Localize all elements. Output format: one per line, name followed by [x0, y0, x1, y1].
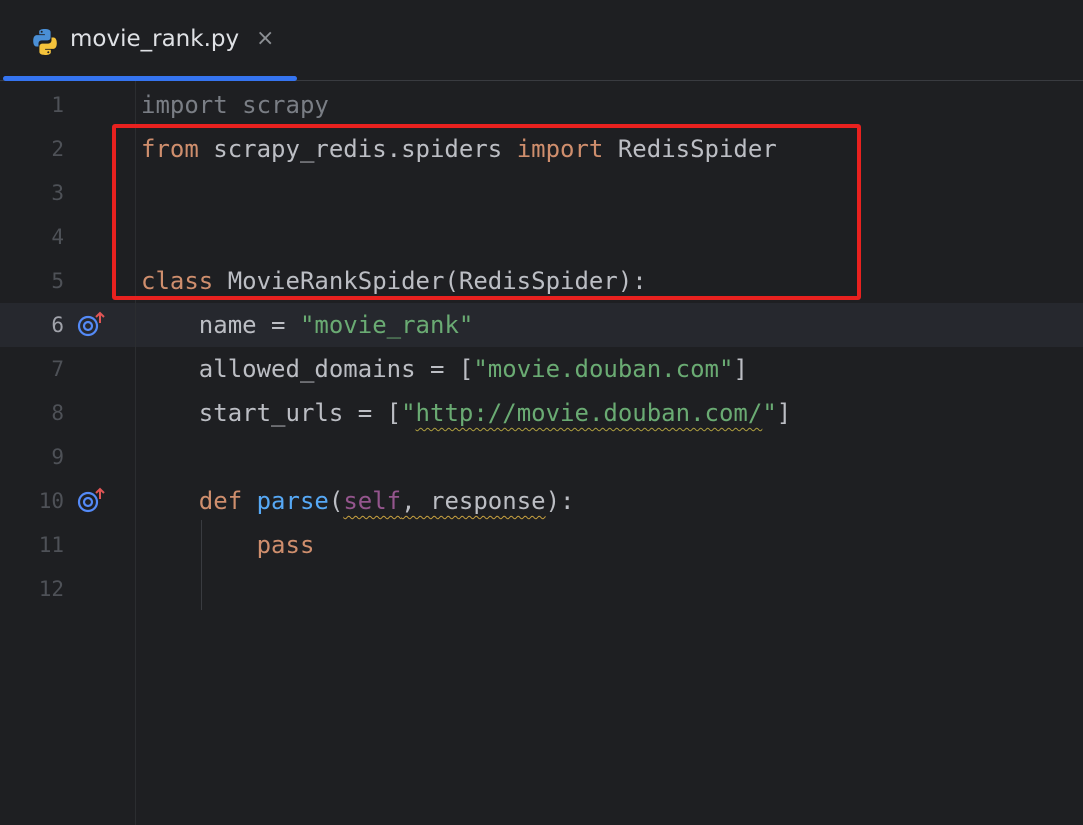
- code-text: start_urls = ["http://movie.douban.com/"…: [198, 399, 792, 427]
- override-icon[interactable]: [76, 311, 106, 337]
- indent-guide: [201, 520, 202, 610]
- code-line-8: 8 start_urls = ["http://movie.douban.com…: [0, 391, 1083, 435]
- line-number: 11: [38, 533, 64, 557]
- line-number: 1: [51, 93, 64, 117]
- line-number: 2: [51, 137, 64, 161]
- close-icon[interactable]: ×: [256, 26, 274, 51]
- line-number: 4: [51, 225, 64, 249]
- code-line-1: 1 import scrapy: [0, 83, 1083, 127]
- code-text: pass: [256, 531, 315, 559]
- url-string: http://movie.douban.com/: [415, 399, 763, 427]
- code-line-10: 10 def parse(self, response):: [0, 479, 1083, 523]
- code-line-7: 7 allowed_domains = ["movie.douban.com"]: [0, 347, 1083, 391]
- code-text: import scrapy: [141, 91, 329, 119]
- code-text: allowed_domains = ["movie.douban.com"]: [198, 355, 748, 383]
- override-icon[interactable]: [76, 487, 106, 513]
- tab-filename: movie_rank.py: [70, 26, 240, 52]
- code-line-12: 12: [0, 567, 1083, 611]
- code-text: def parse(self, response):: [198, 487, 575, 515]
- code-line-9: 9: [0, 435, 1083, 479]
- line-number: 9: [51, 445, 64, 469]
- line-number: 8: [51, 401, 64, 425]
- line-number: 5: [51, 269, 64, 293]
- line-number: 3: [51, 181, 64, 205]
- code-text: name = "movie_rank": [198, 311, 474, 339]
- line-number: 12: [38, 577, 64, 601]
- line-number: 10: [38, 489, 64, 513]
- tab-movie-rank[interactable]: movie_rank.py ×: [3, 0, 297, 81]
- code-line-6: 6 name = "movie_rank": [0, 303, 1083, 347]
- highlight-annotation-box: [112, 124, 861, 300]
- line-number: 6: [51, 313, 64, 337]
- code-line-11: 11 pass: [0, 523, 1083, 567]
- line-number: 7: [51, 357, 64, 381]
- editor-tab-bar: movie_rank.py ×: [0, 0, 1083, 81]
- python-icon: [33, 29, 57, 55]
